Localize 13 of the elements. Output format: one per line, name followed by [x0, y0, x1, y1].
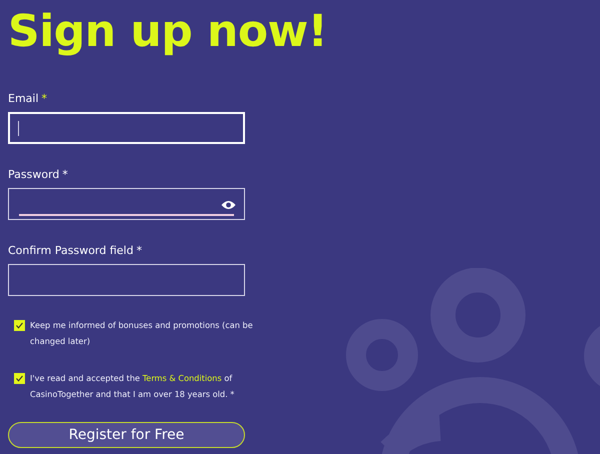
password-field[interactable] [8, 188, 245, 220]
checkbox[interactable] [14, 320, 25, 331]
field-label: Password * [8, 168, 69, 181]
field-label: Confirm Password field * [8, 244, 143, 257]
field-label: Email * [8, 92, 48, 105]
page-title: Sign up now! [8, 5, 328, 59]
checkbox[interactable] [14, 373, 25, 384]
checkbox-label: I've read and accepted the Terms & Conditions of CasinoTogether and that I am over 18 years old. * [30, 372, 236, 401]
input-field[interactable] [8, 264, 245, 296]
terms-link[interactable]: Terms & Conditions [142, 373, 222, 383]
checkbox-label: Keep me informed of bonuses and promotions (can be changed later) [30, 319, 254, 348]
register-button[interactable]: Register for Free [8, 422, 245, 448]
eye-icon[interactable] [221, 200, 236, 210]
